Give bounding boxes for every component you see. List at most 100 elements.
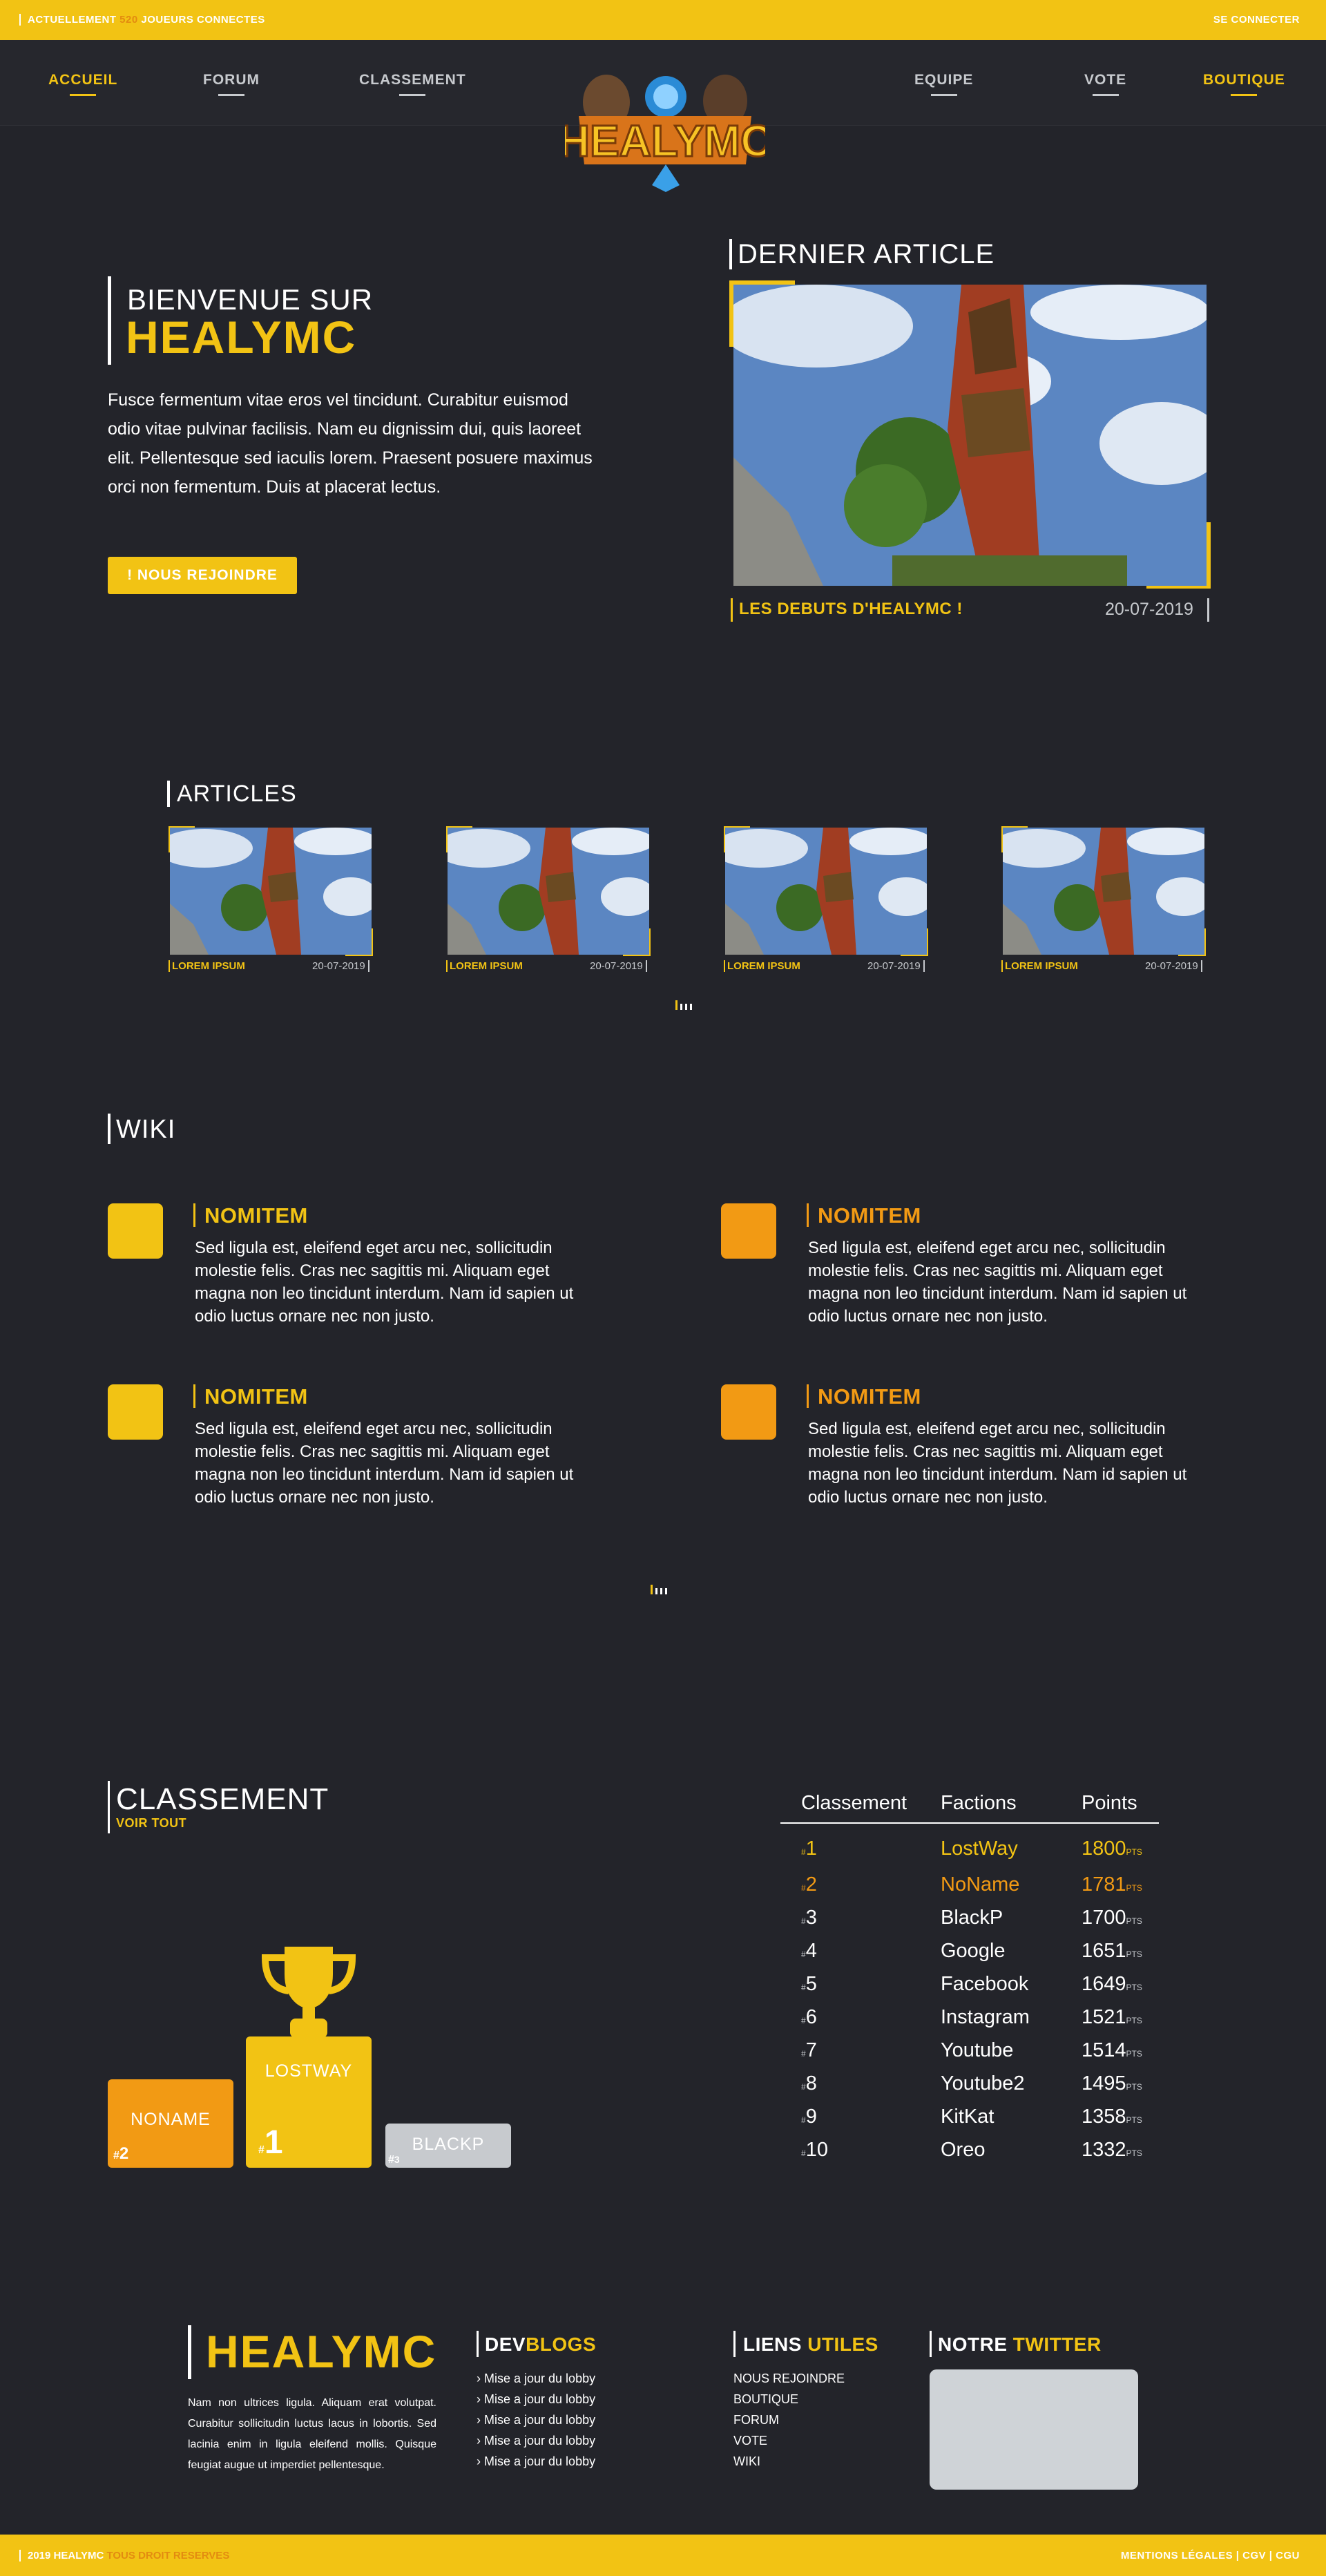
footer-link[interactable]: NOUS REJOINDRE bbox=[733, 2368, 845, 2389]
ranking-faction[interactable]: KitKat bbox=[941, 2106, 994, 2128]
ranking-points: 1495PTS bbox=[1082, 2072, 1142, 2095]
articles-pagination[interactable] bbox=[675, 998, 695, 1010]
footer-link[interactable]: WIKI bbox=[733, 2451, 845, 2472]
footer-accent-bar bbox=[188, 2325, 191, 2379]
ranking-faction[interactable]: Youtube2 bbox=[941, 2072, 1025, 2095]
article-card-date: 20-07-2019 bbox=[590, 960, 647, 972]
nav-classement[interactable]: CLASSEMENT bbox=[359, 72, 466, 96]
article-card-image[interactable] bbox=[448, 828, 649, 955]
ranking-faction[interactable]: Facebook bbox=[941, 1973, 1028, 1996]
pagination-dot-active[interactable] bbox=[675, 1000, 678, 1010]
see-all-link[interactable]: VOIR TOUT bbox=[116, 1816, 186, 1831]
article-card-date: 20-07-2019 bbox=[867, 960, 925, 972]
ranking-rank: #2 bbox=[801, 1873, 817, 1896]
pagination-dot-active[interactable] bbox=[651, 1585, 653, 1594]
wiki-item-name[interactable]: NOMITEM bbox=[818, 1384, 921, 1409]
wiki-item-name[interactable]: NOMITEM bbox=[818, 1203, 921, 1228]
wiki-item-icon[interactable] bbox=[721, 1203, 776, 1259]
article-card-title[interactable]: LOREM IPSUM bbox=[724, 960, 800, 972]
ranking-faction[interactable]: NoName bbox=[941, 1873, 1019, 1896]
nav-accueil[interactable]: ACCUEIL bbox=[48, 72, 117, 96]
pagination-dot[interactable] bbox=[680, 1004, 682, 1010]
trophy-icon bbox=[261, 1947, 356, 2038]
pagination-dot[interactable] bbox=[685, 1004, 687, 1010]
podium-third[interactable]: BLACKP #3 bbox=[385, 2124, 511, 2168]
ranking-points: 1800PTS bbox=[1082, 1838, 1142, 1860]
nav-vote[interactable]: VOTE bbox=[1084, 72, 1126, 96]
ranking-faction[interactable]: Instagram bbox=[941, 2006, 1030, 2029]
podium-first-rank: #1 bbox=[258, 2124, 283, 2161]
pagination-dot[interactable] bbox=[660, 1588, 662, 1594]
article-card-title[interactable]: LOREM IPSUM bbox=[169, 960, 245, 972]
latest-article-image[interactable] bbox=[733, 285, 1207, 586]
article-card-title[interactable]: LOREM IPSUM bbox=[446, 960, 523, 972]
footer-brand: HEALYMC bbox=[206, 2326, 437, 2377]
article-card-title[interactable]: LOREM IPSUM bbox=[1001, 960, 1078, 972]
online-players: ACTUELLEMENT 520 JOUEURS CONNECTES bbox=[19, 14, 265, 26]
devblog-item[interactable]: › Mise a jour du lobby bbox=[477, 2368, 595, 2389]
ranking-points: 1649PTS bbox=[1082, 1973, 1142, 1995]
ranking-rank: #1 bbox=[801, 1838, 817, 1860]
healymc-logo[interactable]: HEALYMC bbox=[565, 61, 765, 192]
podium-second[interactable]: NONAME #2 bbox=[108, 2079, 233, 2168]
wiki-item-name[interactable]: NOMITEM bbox=[204, 1384, 308, 1409]
wiki-pagination[interactable] bbox=[651, 1582, 670, 1594]
pagination-dot[interactable] bbox=[655, 1588, 657, 1594]
pagination-dot[interactable] bbox=[690, 1004, 692, 1010]
podium-third-rank: #3 bbox=[388, 2154, 400, 2166]
devblog-item[interactable]: › Mise a jour du lobby bbox=[477, 2389, 595, 2410]
wiki-item-accent-bar bbox=[807, 1203, 809, 1227]
ranking-points: 1700PTS bbox=[1082, 1907, 1142, 1929]
ranking-points: 1358PTS bbox=[1082, 2106, 1142, 2128]
nav-forum[interactable]: FORUM bbox=[203, 72, 260, 96]
wiki-item-accent-bar bbox=[193, 1203, 195, 1227]
article-card-image[interactable] bbox=[725, 828, 927, 955]
latest-article-title[interactable]: LES DEBUTS D'HEALYMC ! bbox=[739, 600, 963, 619]
online-suffix: JOUEURS CONNECTES bbox=[141, 14, 265, 26]
legal-links[interactable]: MENTIONS LÉGALES | CGV | CGU bbox=[1121, 2550, 1300, 2561]
twitter-embed[interactable] bbox=[930, 2369, 1138, 2490]
footer-link[interactable]: BOUTIQUE bbox=[733, 2389, 845, 2410]
ranking-rank: #5 bbox=[801, 1973, 817, 1995]
devblog-item[interactable]: › Mise a jour du lobby bbox=[477, 2410, 595, 2430]
ranking-faction[interactable]: Oreo bbox=[941, 2139, 985, 2162]
latest-article-date: 20-07-2019 bbox=[1105, 600, 1193, 619]
devblog-item[interactable]: › Mise a jour du lobby bbox=[477, 2451, 595, 2472]
ranking-faction[interactable]: BlackP bbox=[941, 1907, 1003, 1929]
latest-caption-bar bbox=[731, 598, 733, 622]
ranking-points: 1521PTS bbox=[1082, 2006, 1142, 2028]
podium-first-name: LOSTWAY bbox=[265, 2061, 353, 2081]
ranking-rank: #9 bbox=[801, 2106, 817, 2128]
login-link[interactable]: SE CONNECTER bbox=[1213, 14, 1300, 26]
podium-third-name: BLACKP bbox=[412, 2135, 485, 2154]
devblog-item[interactable]: › Mise a jour du lobby bbox=[477, 2430, 595, 2451]
twitter-heading: NOTRE TWITTER bbox=[938, 2334, 1102, 2355]
latest-date-bar bbox=[1207, 598, 1209, 622]
devblogs-list: › Mise a jour du lobby › Mise a jour du l… bbox=[477, 2368, 595, 2472]
article-card-image[interactable] bbox=[170, 828, 372, 955]
wiki-item-icon[interactable] bbox=[721, 1384, 776, 1440]
svg-text:HEALYMC: HEALYMC bbox=[565, 116, 765, 166]
podium-first[interactable]: LOSTWAY #1 bbox=[246, 2036, 372, 2168]
ranking-faction[interactable]: Youtube bbox=[941, 2039, 1013, 2062]
nav-equipe[interactable]: EQUIPE bbox=[914, 72, 973, 96]
article-card-date: 20-07-2019 bbox=[312, 960, 369, 972]
wiki-item-name[interactable]: NOMITEM bbox=[204, 1203, 308, 1228]
ranking-faction[interactable]: Google bbox=[941, 1940, 1006, 1963]
nav-boutique[interactable]: BOUTIQUE bbox=[1203, 72, 1285, 96]
table-header-rank: Classement bbox=[801, 1792, 907, 1814]
wiki-item-icon[interactable] bbox=[108, 1203, 163, 1259]
wiki-item-icon[interactable] bbox=[108, 1384, 163, 1440]
online-prefix: ACTUELLEMENT bbox=[28, 14, 117, 26]
footer-link[interactable]: FORUM bbox=[733, 2410, 845, 2430]
footer-link[interactable]: VOTE bbox=[733, 2430, 845, 2451]
join-button[interactable]: ! NOUS REJOINDRE bbox=[108, 557, 297, 594]
ranking-points: 1651PTS bbox=[1082, 1940, 1142, 1962]
table-header-points: Points bbox=[1082, 1792, 1137, 1814]
pagination-dot[interactable] bbox=[665, 1588, 667, 1594]
top-bar: ACTUELLEMENT 520 JOUEURS CONNECTES SE CO… bbox=[0, 0, 1326, 40]
table-header-faction: Factions bbox=[941, 1792, 1017, 1814]
article-card-image[interactable] bbox=[1003, 828, 1204, 955]
wiki-item-text: Sed ligula est, eleifend eget arcu nec, … bbox=[808, 1420, 1187, 1507]
ranking-faction[interactable]: LostWay bbox=[941, 1838, 1018, 1860]
